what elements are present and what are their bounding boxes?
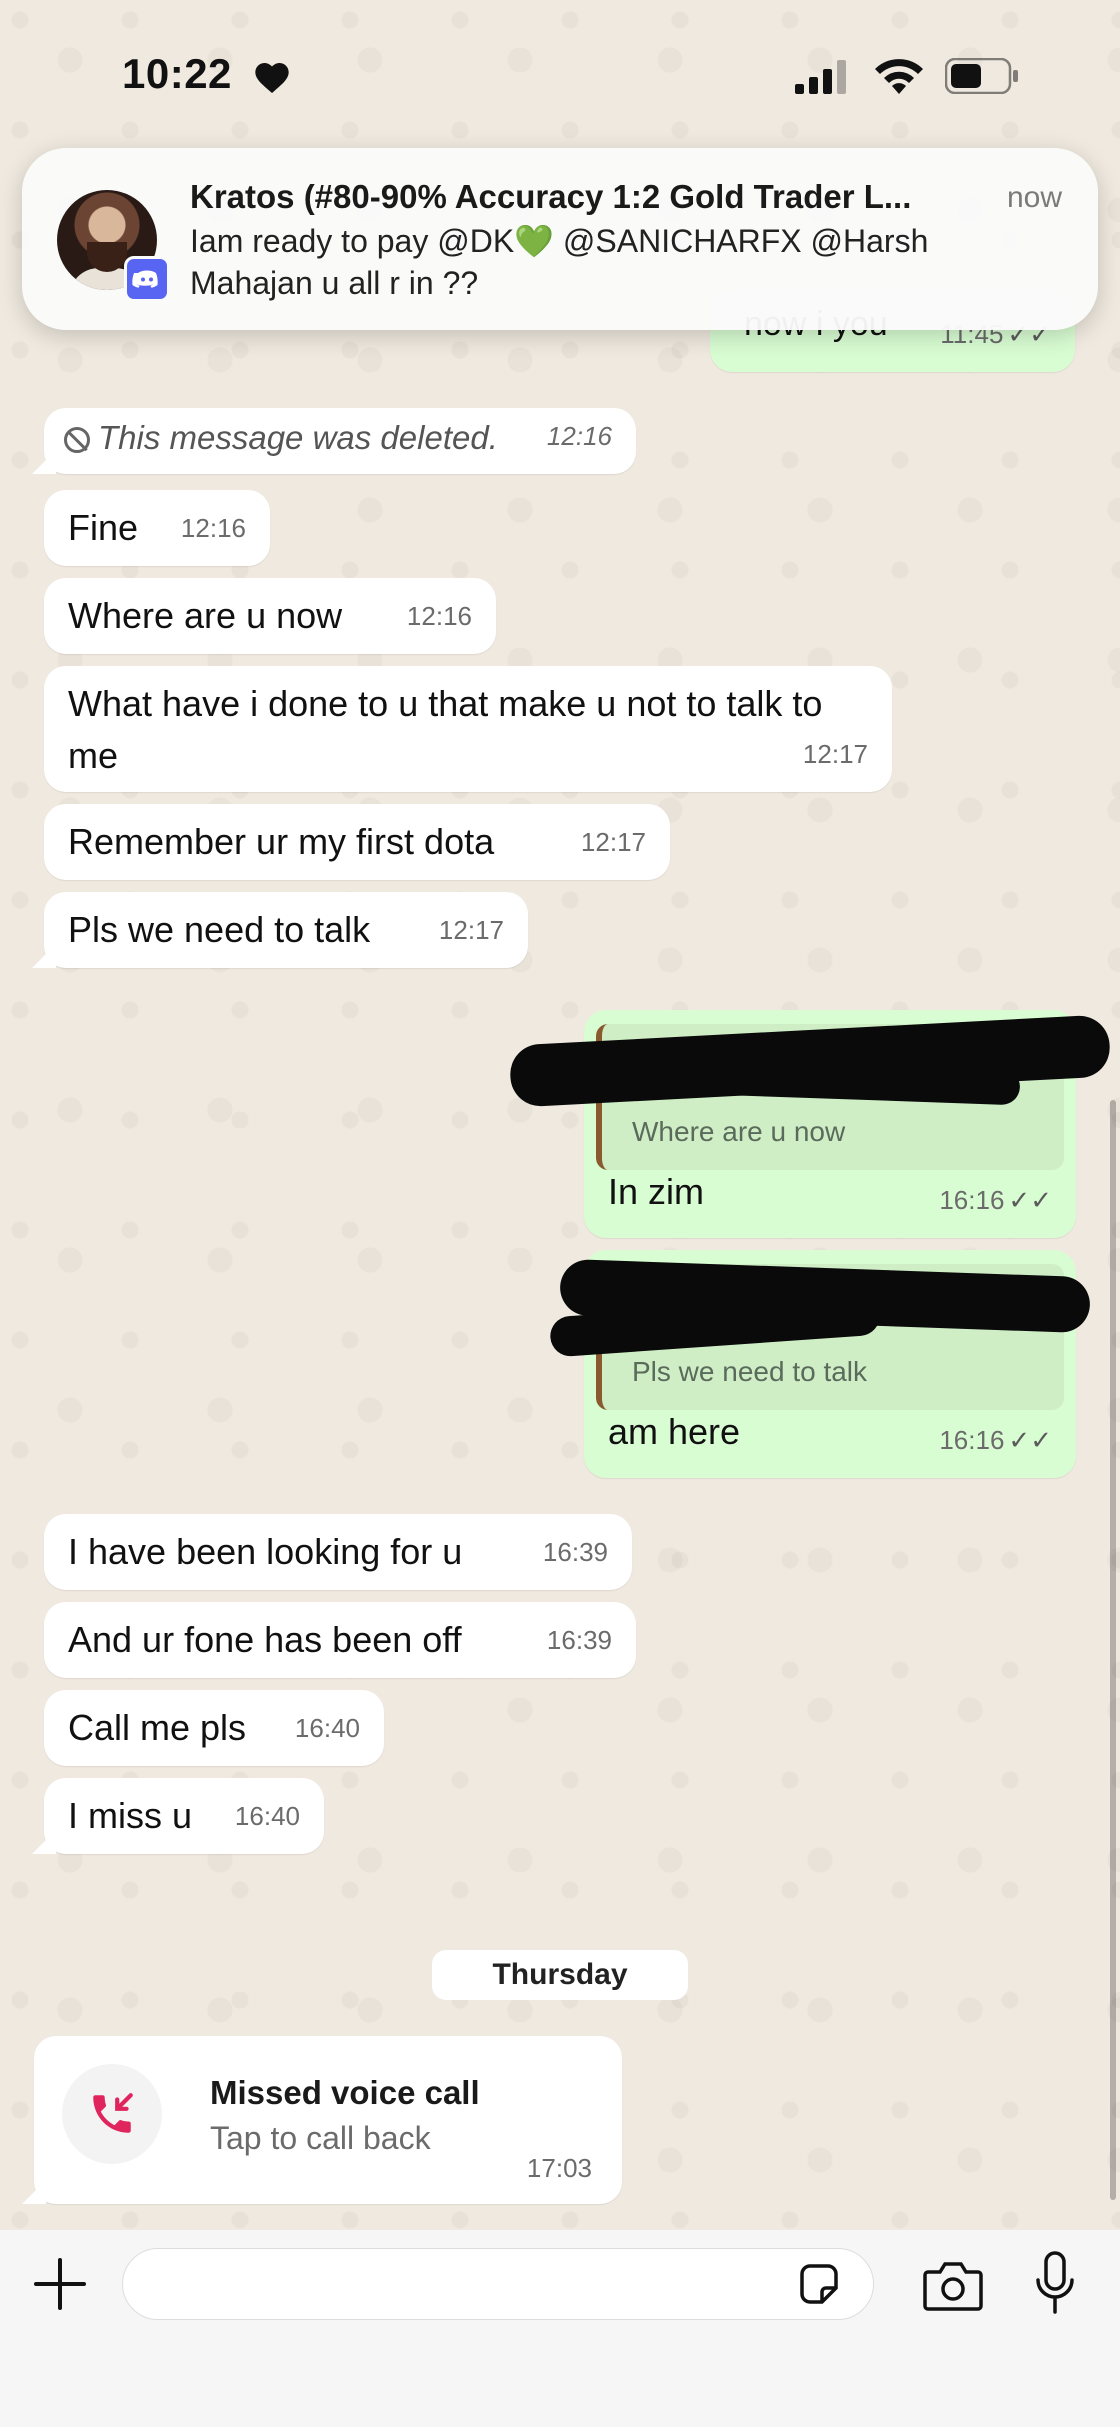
message-text: What have i done to u that make u not to… (68, 683, 823, 776)
message-text: Where are u now (68, 595, 343, 636)
message-text: Fine (68, 507, 139, 548)
deleted-message[interactable]: This message was deleted. 12:16 (44, 408, 636, 474)
message-time: 12:16 (406, 601, 472, 631)
microphone-icon[interactable] (1034, 2250, 1076, 2316)
message-text: In zim (608, 1171, 705, 1212)
blocked-icon (64, 427, 90, 453)
missed-call-icon (93, 2093, 133, 2133)
message-text: Pls we need to talk (68, 909, 371, 950)
heart-icon (255, 63, 289, 93)
message-time: 12:16 (546, 421, 612, 451)
incoming-message[interactable]: And ur fone has been off 16:39 (44, 1602, 636, 1678)
call-time: 17:03 (526, 2153, 592, 2183)
incoming-message[interactable]: Call me pls 16:40 (44, 1690, 384, 1766)
wifi-icon (875, 59, 923, 94)
message-time: 16:16 (939, 1425, 1005, 1455)
battery-icon (945, 58, 1018, 94)
incoming-message[interactable]: Where are u now 12:16 (44, 578, 496, 654)
message-text: And ur fone has been off (68, 1619, 462, 1660)
message-text: This message was deleted. (98, 419, 498, 456)
status-bar: 10:22 (0, 0, 1120, 150)
notification-body: Iam ready to pay @DK💚 @SANICHARFX @Harsh… (190, 220, 1050, 304)
message-text: Call me pls (68, 1707, 247, 1748)
message-time: 16:39 (546, 1625, 612, 1655)
notification-title: Kratos (#80-90% Accuracy 1:2 Gold Trader… (190, 178, 912, 215)
discord-icon (124, 256, 170, 302)
message-time: 16:40 (294, 1713, 360, 1743)
message-text: Remember ur my first dota (68, 821, 495, 862)
incoming-message[interactable]: Pls we need to talk 12:17 (44, 892, 528, 968)
incoming-message[interactable]: I miss u 16:40 (44, 1778, 324, 1854)
message-text: I miss u (68, 1795, 193, 1836)
scrollbar[interactable] (1110, 1100, 1116, 2200)
incoming-message[interactable]: What have i done to u that make u not to… (44, 666, 892, 792)
notification-time: now (1006, 181, 1062, 214)
message-input[interactable] (122, 2248, 874, 2320)
missed-call-card[interactable]: Missed voice call Tap to call back 17:03 (34, 2036, 622, 2204)
notification-line-1: Iam ready to pay @DK💚 @SANICHARFX @Harsh (190, 223, 929, 259)
signal-icon (795, 60, 846, 94)
notification-line-2: Mahajan u all r in ?? (190, 265, 479, 301)
plus-icon[interactable] (30, 2254, 90, 2314)
message-time: 16:39 (542, 1537, 608, 1567)
message-text: I have been looking for u (68, 1531, 463, 1572)
camera-icon[interactable] (922, 2256, 984, 2314)
incoming-message[interactable]: Fine 12:16 (44, 490, 270, 566)
quoted-text: Where are u now (632, 1116, 846, 1147)
quoted-text: Pls we need to talk (632, 1356, 868, 1387)
notification-banner[interactable]: Kratos (#80-90% Accuracy 1:2 Gold Trader… (22, 148, 1098, 330)
sticker-icon[interactable] (796, 2262, 842, 2308)
double-check-icon: ✓✓ (1008, 1425, 1052, 1455)
message-time: 16:40 (234, 1801, 300, 1831)
incoming-message[interactable]: Remember ur my first dota 12:17 (44, 804, 670, 880)
call-subtitle: Tap to call back (210, 2120, 431, 2156)
incoming-message[interactable]: I have been looking for u 16:39 (44, 1514, 632, 1590)
date-separator: Thursday (432, 1950, 688, 2000)
message-time: 12:17 (580, 827, 646, 857)
double-check-icon: ✓✓ (1008, 1185, 1052, 1215)
status-time: 10:22 (122, 50, 232, 97)
message-time: 12:17 (802, 739, 868, 769)
call-title: Missed voice call (210, 2074, 480, 2111)
message-time: 12:17 (438, 915, 504, 945)
message-text: am here (608, 1411, 741, 1452)
message-time: 12:16 (180, 513, 246, 543)
message-time: 16:16 (939, 1185, 1005, 1215)
